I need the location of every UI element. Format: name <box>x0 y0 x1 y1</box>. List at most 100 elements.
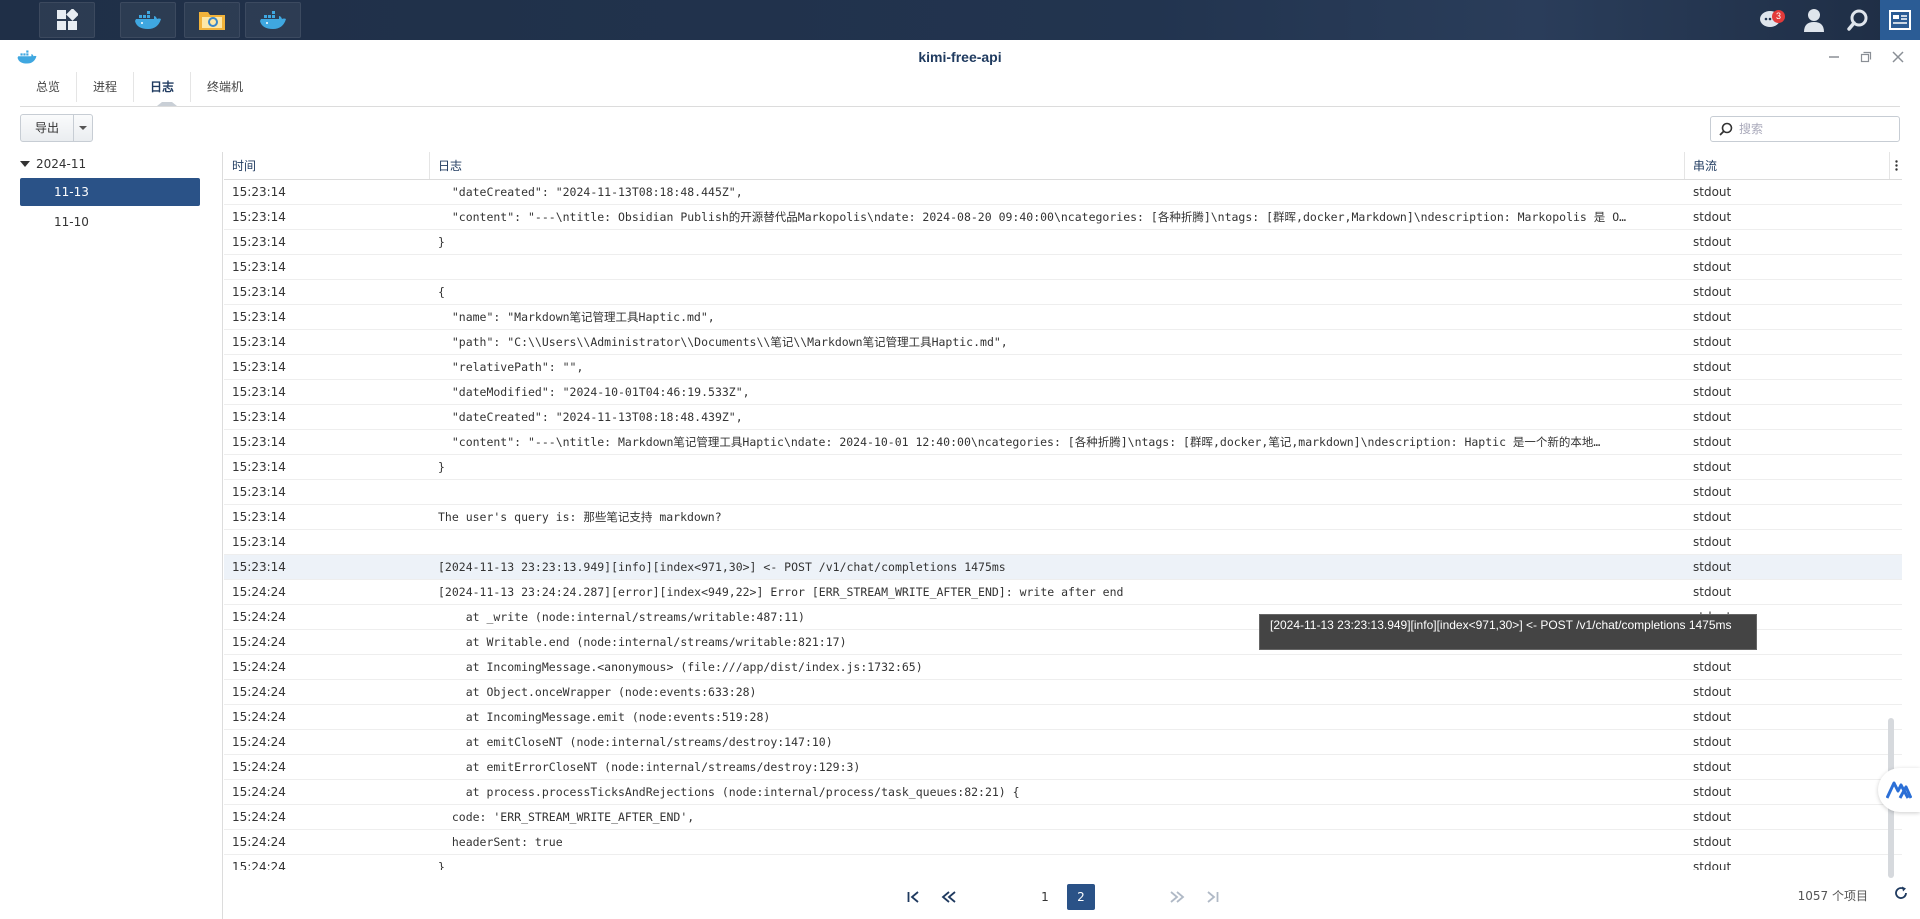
tree-node-label: 2024-11 <box>36 157 87 171</box>
cell-log: "relativePath": "", <box>438 360 584 374</box>
table-row[interactable]: 15:24:24 at process.processTicksAndRejec… <box>224 780 1902 805</box>
cell-time: 15:23:14 <box>232 435 286 449</box>
search-box[interactable] <box>1710 116 1900 142</box>
last-page-icon[interactable] <box>1199 884 1227 910</box>
widgets-button[interactable] <box>1880 0 1920 40</box>
cell-stream: stdout <box>1693 560 1732 574</box>
table-row[interactable]: 15:23:14 "content": "---\ntitle: Obsidia… <box>224 205 1902 230</box>
assistant-float-button[interactable] <box>1878 768 1920 812</box>
table-row[interactable]: 15:23:14 "name": "Markdown笔记管理工具Haptic.m… <box>224 305 1902 330</box>
table-row[interactable]: 15:24:24 at IncomingMessage.<anonymous> … <box>224 655 1902 680</box>
user-button[interactable] <box>1792 0 1836 40</box>
cell-stream: stdout <box>1693 510 1732 524</box>
search-icon <box>1847 9 1868 31</box>
page-button-current[interactable]: 2 <box>1067 884 1095 910</box>
page-button[interactable]: 1 <box>1031 884 1059 910</box>
tree-item-day[interactable]: 11-13 <box>20 178 200 206</box>
cell-stream: stdout <box>1693 535 1732 549</box>
prev-page-icon[interactable] <box>935 884 963 910</box>
docker-app-button[interactable] <box>120 2 176 38</box>
cell-stream: stdout <box>1693 810 1732 824</box>
table-row[interactable]: 15:24:24 at emitCloseNT (node:internal/s… <box>224 730 1902 755</box>
tab-overview[interactable]: 总览 <box>20 72 78 102</box>
cell-log: [2024-11-13 23:24:24.287][error][index<9… <box>438 585 1124 599</box>
file-station-button[interactable] <box>184 2 240 38</box>
window-titlebar[interactable]: kimi-free-api <box>0 40 1920 76</box>
tree-node-month[interactable]: 2024-11 <box>20 152 200 176</box>
tab-terminal[interactable]: 终端机 <box>191 72 259 102</box>
docker-icon <box>260 11 286 29</box>
column-header-stream[interactable]: 串流 <box>1685 152 1890 179</box>
table-row[interactable]: 15:24:24 code: 'ERR_STREAM_WRITE_AFTER_E… <box>224 805 1902 830</box>
table-row[interactable]: 15:23:14 "path": "C:\\Users\\Administrat… <box>224 330 1902 355</box>
docker-app-button-2[interactable] <box>245 2 301 38</box>
table-row[interactable]: 15:23:14 stdout <box>224 255 1902 280</box>
table-row[interactable]: 15:23:14 "relativePath": "", stdout <box>224 355 1902 380</box>
cell-stream: stdout <box>1693 260 1732 274</box>
table-row[interactable]: 15:23:14 {stdout <box>224 280 1902 305</box>
table-row[interactable]: 15:24:24 at IncomingMessage.emit (node:e… <box>224 705 1902 730</box>
column-header-log[interactable]: 日志 <box>430 152 1685 179</box>
cell-time: 15:23:14 <box>232 310 286 324</box>
maximize-icon[interactable] <box>1856 47 1876 67</box>
table-row[interactable]: 15:23:14 The user's query is: 那些笔记支持 mark… <box>224 505 1902 530</box>
cell-log <box>430 480 1685 504</box>
cell-stream: stdout <box>1693 760 1732 774</box>
notification-badge: 3 <box>1772 10 1785 23</box>
tab-log[interactable]: 日志 <box>134 72 192 106</box>
table-row[interactable]: 15:23:14 [2024-11-13 23:23:13.949][info][… <box>224 555 1902 580</box>
chevron-down-icon[interactable] <box>74 115 92 141</box>
first-page-icon[interactable] <box>899 884 927 910</box>
main-menu-button[interactable] <box>39 2 95 38</box>
cell-log: at process.processTicksAndRejections (no… <box>438 785 1020 799</box>
table-row[interactable]: 15:23:14 "dateCreated": "2024-11-13T08:1… <box>224 180 1902 205</box>
table-row[interactable]: 15:24:24 headerSent: true stdout <box>224 830 1902 855</box>
table-row[interactable]: 15:23:14 stdout <box>224 530 1902 555</box>
toolbar: 导出 <box>20 114 94 142</box>
notifications-button[interactable]: 3 <box>1748 0 1792 40</box>
table-row[interactable]: 15:24:24 at emitErrorCloseNT (node:inter… <box>224 755 1902 780</box>
table-row[interactable]: 15:23:14 stdout <box>224 480 1902 505</box>
search-input[interactable] <box>1739 122 1889 136</box>
folder-icon <box>199 12 225 30</box>
cell-log: at emitErrorCloseNT (node:internal/strea… <box>438 760 861 774</box>
cell-log: The user's query is: 那些笔记支持 markdown? <box>438 510 722 524</box>
cell-stream: stdout <box>1693 660 1732 674</box>
minimize-icon[interactable] <box>1824 47 1844 67</box>
next-page-icon[interactable] <box>1163 884 1191 910</box>
cell-time: 15:23:14 <box>232 510 286 524</box>
table-row[interactable]: 15:24:24} stdout <box>224 855 1902 870</box>
tab-bar: 总览 进程 日志 终端机 <box>20 72 259 106</box>
cell-stream: stdout <box>1693 335 1732 349</box>
column-header-time[interactable]: 时间 <box>224 152 430 179</box>
table-row[interactable]: 15:24:24 at Object.onceWrapper (node:eve… <box>224 680 1902 705</box>
cell-time: 15:24:24 <box>232 710 286 724</box>
close-icon[interactable] <box>1888 47 1908 67</box>
refresh-icon[interactable] <box>1894 886 1908 903</box>
cell-log: } <box>438 235 445 249</box>
cell-time: 15:23:14 <box>232 485 286 499</box>
cell-time: 15:23:14 <box>232 210 286 224</box>
cell-time: 15:23:14 <box>232 385 286 399</box>
tree-item-day[interactable]: 11-10 <box>20 208 200 236</box>
cell-time: 15:24:24 <box>232 860 286 870</box>
log-grid: 时间 日志 串流 15:23:14 "dateCreated": "2024-1… <box>224 152 1902 918</box>
cell-time: 15:23:14 <box>232 535 286 549</box>
grid-header: 时间 日志 串流 <box>224 152 1902 180</box>
table-row[interactable]: 15:23:14 "dateCreated": "2024-11-13T08:1… <box>224 405 1902 430</box>
container-window: kimi-free-api 总览 进程 日志 终端机 导出 搜索 2024-11… <box>0 40 1920 919</box>
table-row[interactable]: 15:23:14} stdout <box>224 230 1902 255</box>
table-row[interactable]: 15:24:24 [2024-11-13 23:24:24.287][error]… <box>224 580 1902 605</box>
table-row[interactable]: 15:23:14 "content": "---\ntitle: Markdow… <box>224 430 1902 455</box>
search-button[interactable] <box>1836 0 1880 40</box>
cell-log: "path": "C:\\Users\\Administrator\\Docum… <box>438 335 1008 349</box>
cell-time: 15:24:24 <box>232 835 286 849</box>
column-menu-icon[interactable] <box>1890 152 1902 179</box>
tab-process[interactable]: 进程 <box>77 72 135 102</box>
table-row[interactable]: 15:23:14} stdout <box>224 455 1902 480</box>
user-icon <box>1804 9 1824 32</box>
table-row[interactable]: 15:23:14 "dateModified": "2024-10-01T04:… <box>224 380 1902 405</box>
grid-body: 15:23:14 "dateCreated": "2024-11-13T08:1… <box>224 180 1902 870</box>
export-button[interactable]: 导出 <box>20 114 94 142</box>
pane-divider[interactable] <box>222 152 223 919</box>
